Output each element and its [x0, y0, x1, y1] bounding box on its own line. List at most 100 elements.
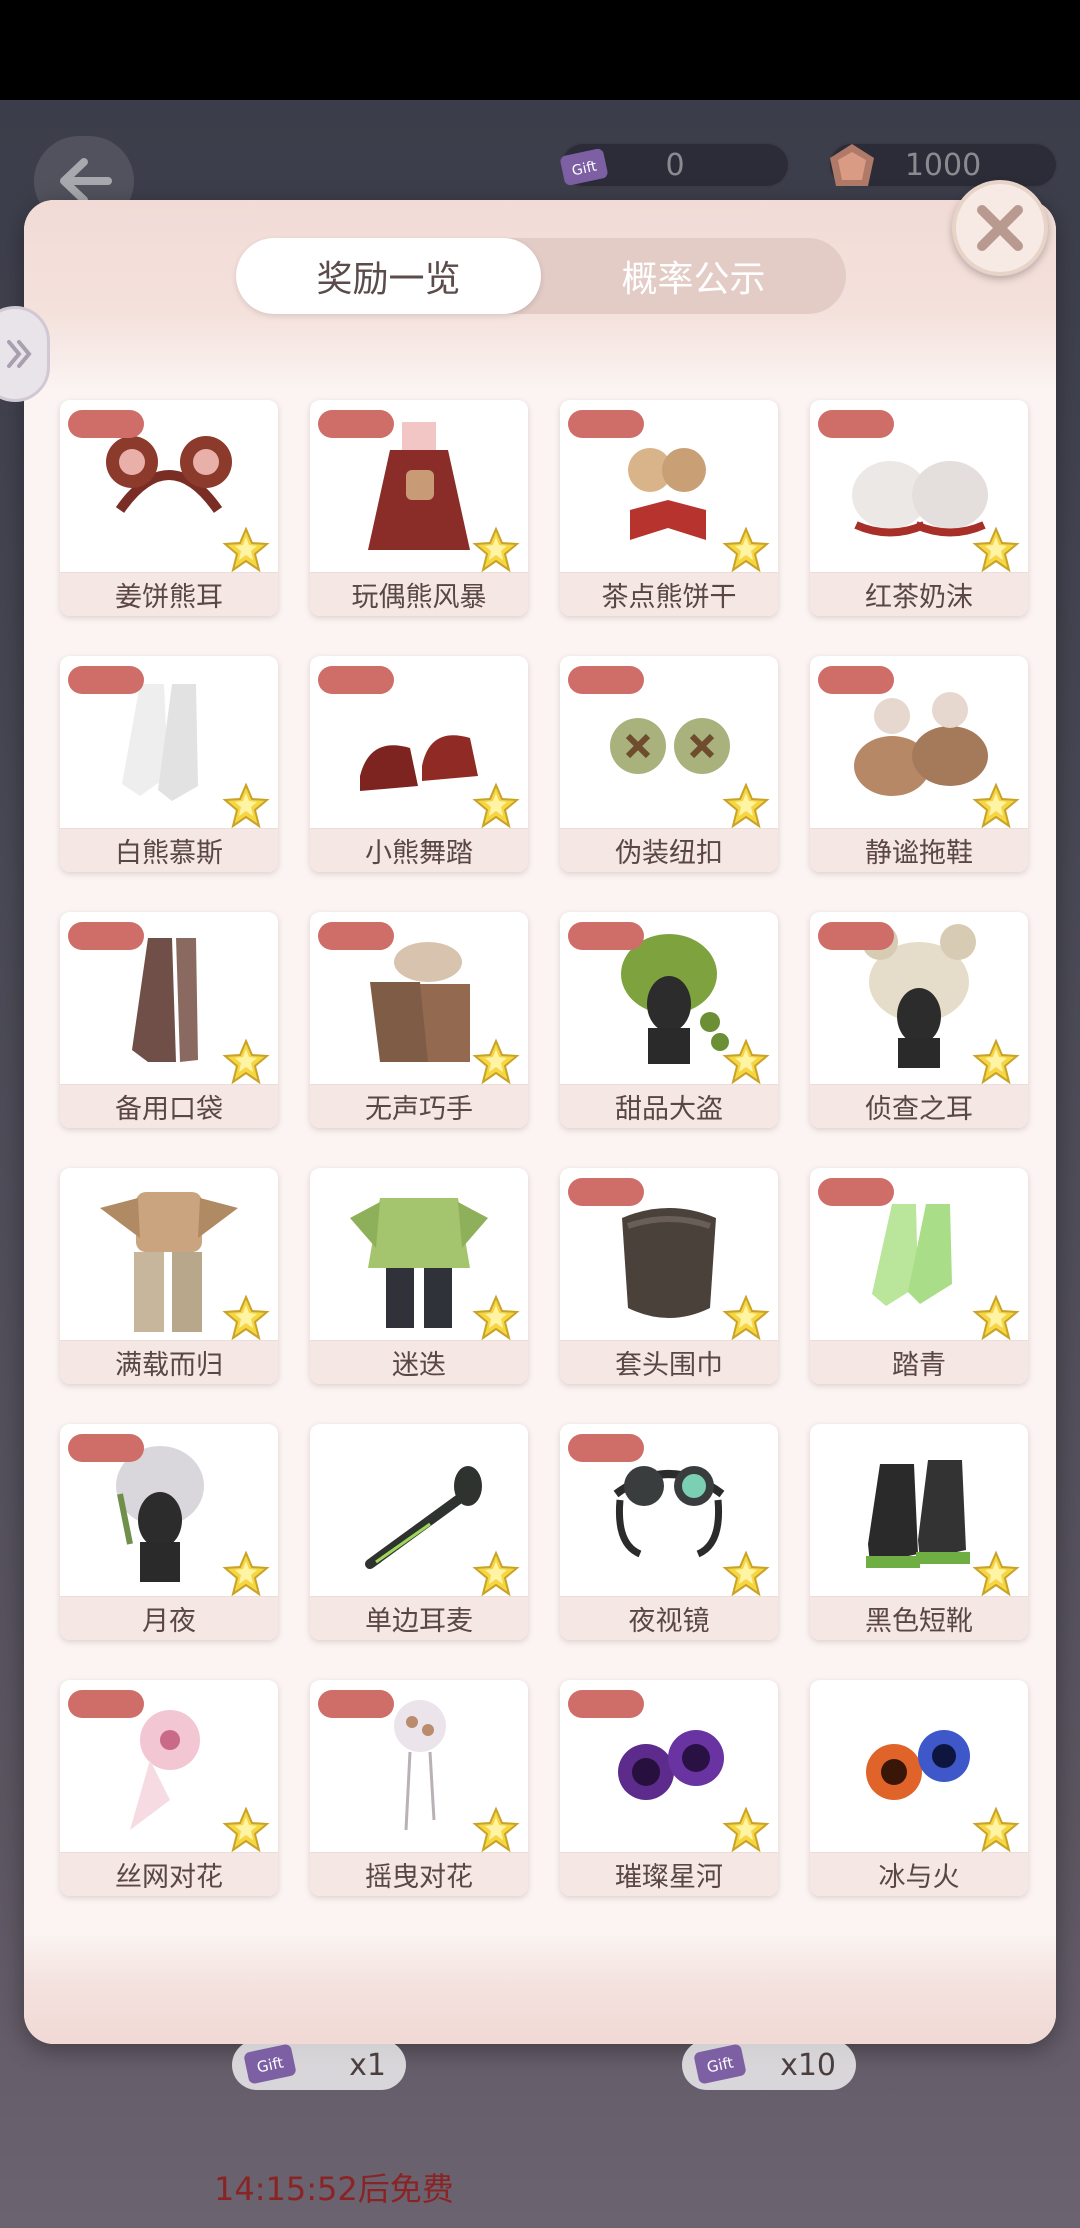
item-tag-badge: [818, 410, 894, 438]
draw-ten-cost: x10: [780, 2047, 836, 2083]
ticket-count: 0: [665, 147, 685, 183]
reward-card[interactable]: 无声巧手: [310, 912, 528, 1128]
item-tag-badge: [568, 410, 644, 438]
gem-counter: 1000: [828, 142, 1058, 188]
item-tag-badge: [568, 922, 644, 950]
draw-one-button[interactable]: Gift x1: [232, 2040, 406, 2090]
reward-card[interactable]: 玩偶熊风暴: [310, 400, 528, 616]
item-tag-badge: [568, 666, 644, 694]
reward-card[interactable]: 冰与火: [810, 1680, 1028, 1896]
item-tag-badge: [818, 922, 894, 950]
reward-name: 备用口袋: [60, 1084, 278, 1128]
reward-card[interactable]: 丝网对花: [60, 1680, 278, 1896]
reward-card[interactable]: 侦查之耳: [810, 912, 1028, 1128]
draw-one-cost: x1: [349, 2047, 386, 2083]
reward-name: 摇曳对花: [310, 1852, 528, 1896]
reward-name: 玩偶熊风暴: [310, 572, 528, 616]
reward-card[interactable]: 摇曳对花: [310, 1680, 528, 1896]
rarity-star-icon: [222, 1294, 270, 1342]
reward-name: 红茶奶沫: [810, 572, 1028, 616]
reward-card[interactable]: 迷迭: [310, 1168, 528, 1384]
reward-name: 满载而归: [60, 1340, 278, 1384]
rarity-star-icon: [722, 1806, 770, 1854]
rarity-star-icon: [722, 1294, 770, 1342]
item-tag-badge: [68, 666, 144, 694]
rarity-star-icon: [472, 782, 520, 830]
item-tag-badge: [68, 410, 144, 438]
tab-bar: 奖励一览 概率公示: [236, 238, 846, 314]
rarity-star-icon: [222, 526, 270, 574]
reward-card[interactable]: 黑色短靴: [810, 1424, 1028, 1640]
reward-card[interactable]: 备用口袋: [60, 912, 278, 1128]
reward-card[interactable]: 套头围巾: [560, 1168, 778, 1384]
rarity-star-icon: [972, 526, 1020, 574]
reward-name: 黑色短靴: [810, 1596, 1028, 1640]
reward-name: 无声巧手: [310, 1084, 528, 1128]
reward-name: 白熊慕斯: [60, 828, 278, 872]
reward-name: 月夜: [60, 1596, 278, 1640]
reward-card[interactable]: 茶点熊饼干: [560, 400, 778, 616]
reward-card[interactable]: 伪装纽扣: [560, 656, 778, 872]
reward-card[interactable]: 夜视镜: [560, 1424, 778, 1640]
rarity-star-icon: [722, 1550, 770, 1598]
rarity-star-icon: [972, 1294, 1020, 1342]
item-tag-badge: [318, 922, 394, 950]
rarity-star-icon: [222, 782, 270, 830]
rarity-star-icon: [972, 1806, 1020, 1854]
rarity-star-icon: [972, 782, 1020, 830]
reward-card[interactable]: 白熊慕斯: [60, 656, 278, 872]
rarity-star-icon: [722, 782, 770, 830]
reward-name: 夜视镜: [560, 1596, 778, 1640]
reward-name: 侦查之耳: [810, 1084, 1028, 1128]
item-tag-badge: [318, 666, 394, 694]
reward-name: 迷迭: [310, 1340, 528, 1384]
item-tag-badge: [318, 1690, 394, 1718]
ticket-icon: Gift: [560, 148, 608, 186]
status-bar: [0, 0, 1080, 100]
reward-name: 璀璨星河: [560, 1852, 778, 1896]
reward-card[interactable]: 小熊舞踏: [310, 656, 528, 872]
item-tag-badge: [568, 1178, 644, 1206]
reward-card[interactable]: 静谧拖鞋: [810, 656, 1028, 872]
reward-name: 伪装纽扣: [560, 828, 778, 872]
item-tag-badge: [568, 1434, 644, 1462]
reward-card[interactable]: 红茶奶沫: [810, 400, 1028, 616]
reward-card[interactable]: 月夜: [60, 1424, 278, 1640]
rarity-star-icon: [722, 526, 770, 574]
reward-name: 套头围巾: [560, 1340, 778, 1384]
gem-count: 1000: [904, 147, 982, 183]
item-tag-badge: [68, 922, 144, 950]
close-button[interactable]: [952, 180, 1048, 276]
draw-ten-button[interactable]: Gift x10: [682, 2040, 856, 2090]
reward-card[interactable]: 单边耳麦: [310, 1424, 528, 1640]
reward-name: 小熊舞踏: [310, 828, 528, 872]
reward-card[interactable]: 姜饼熊耳: [60, 400, 278, 616]
rarity-star-icon: [222, 1038, 270, 1086]
rarity-star-icon: [472, 1550, 520, 1598]
reward-name: 姜饼熊耳: [60, 572, 278, 616]
rarity-star-icon: [972, 1038, 1020, 1086]
reward-name: 踏青: [810, 1340, 1028, 1384]
reward-card[interactable]: 璀璨星河: [560, 1680, 778, 1896]
reward-name: 单边耳麦: [310, 1596, 528, 1640]
gem-icon: [830, 144, 874, 186]
reward-panel: 奖励一览 概率公示 姜饼熊耳 玩偶熊风暴 茶点熊饼干 红茶奶沫白熊慕斯 小熊舞踏 伪装纽扣…: [24, 200, 1056, 2044]
double-chevron-right-icon: [7, 340, 32, 368]
item-tag-badge: [818, 1178, 894, 1206]
reward-name: 静谧拖鞋: [810, 828, 1028, 872]
reward-card[interactable]: 满载而归: [60, 1168, 278, 1384]
reward-name: 冰与火: [810, 1852, 1028, 1896]
rarity-star-icon: [472, 1806, 520, 1854]
rarity-star-icon: [472, 1294, 520, 1342]
reward-name: 甜品大盗: [560, 1084, 778, 1128]
side-expand-tab[interactable]: [0, 306, 50, 402]
free-draw-timer: 14:15:52后免费: [214, 2170, 454, 2208]
reward-card[interactable]: 踏青: [810, 1168, 1028, 1384]
rarity-star-icon: [472, 526, 520, 574]
back-arrow-icon: [60, 158, 112, 204]
rarity-star-icon: [972, 1550, 1020, 1598]
tab-probability[interactable]: 概率公示: [541, 238, 846, 314]
reward-card[interactable]: 甜品大盗: [560, 912, 778, 1128]
item-tag-badge: [818, 666, 894, 694]
tab-reward-list[interactable]: 奖励一览: [236, 238, 541, 314]
